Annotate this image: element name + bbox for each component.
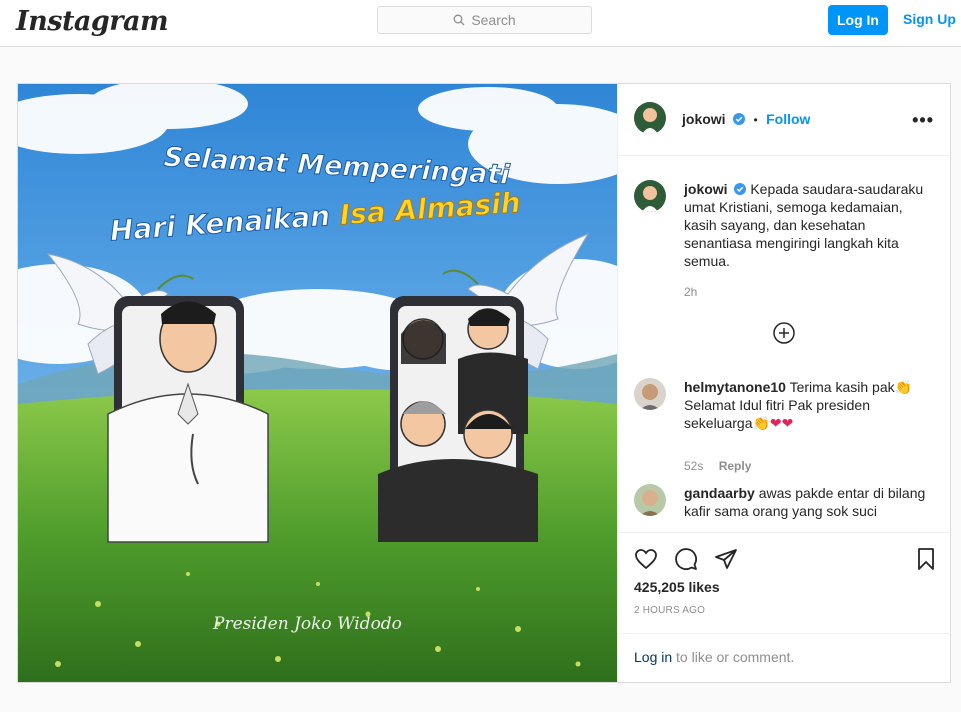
post-image[interactable]: Selamat Memperingati Hari Kenaikan Isa A… [18,84,617,682]
post-illustration: Selamat Memperingati Hari Kenaikan Isa A… [18,84,617,682]
comments-section: jokowi Kepada saudara-saudaraku umat Kri… [618,156,951,532]
login-button[interactable]: Log In [828,5,888,35]
more-options-icon[interactable]: ••• [912,110,934,131]
comment-bubble-icon[interactable] [674,547,698,571]
verified-badge-icon [734,183,747,195]
post-timestamp[interactable]: 2 HOURS AGO [634,605,705,616]
signature: Presiden Joko Widodo [212,614,402,634]
caption-text-block: jokowi Kepada saudara-saudaraku umat Kri… [684,180,934,270]
phone-right [378,296,538,542]
commenter-avatar[interactable] [634,484,666,516]
instagram-logo[interactable]: Instagram [16,6,169,37]
avatar-image [634,484,666,516]
search-placeholder: Search [471,12,516,28]
separator-dot: • [753,113,758,127]
share-paper-plane-icon[interactable] [714,547,738,571]
verified-badge-icon [733,113,746,125]
search-icon [453,14,465,26]
phone-left [107,296,269,543]
heart-emojis: ❤❤ [769,415,794,431]
reply-button[interactable]: Reply [719,459,752,473]
commenter-avatar[interactable] [634,378,666,410]
signup-link[interactable]: Sign Up [903,11,956,27]
author-line: jokowi • Follow [682,111,810,129]
comment-meta: 52s Reply [684,459,751,473]
avatar-image [634,102,666,134]
load-more-comments-icon[interactable] [773,322,795,344]
comment-text-block: helmytanone10 Terima kasih pak👏 Selamat … [684,378,934,432]
commenter-username[interactable]: gandaarby [684,485,755,501]
login-prompt: Log in to like or comment. [618,633,951,683]
commenter-username[interactable]: helmytanone10 [684,379,786,395]
avatar-image [634,378,666,410]
author-username[interactable]: jokowi [682,111,726,127]
search-input[interactable]: Search [377,6,592,34]
comment-time[interactable]: 52s [684,459,703,473]
follow-button[interactable]: Follow [766,111,810,127]
caption-time[interactable]: 2h [684,285,697,299]
avatar-image [634,180,666,212]
save-bookmark-icon[interactable] [914,547,938,571]
caption-avatar[interactable] [634,180,666,212]
login-prompt-text: to like or comment. [672,649,795,665]
author-avatar[interactable] [634,102,666,134]
comment-text-block: gandaarby awas pakde entar di bilang kaf… [684,484,934,520]
post-card: Selamat Memperingati Hari Kenaikan Isa A… [17,83,951,683]
post-header: jokowi • Follow ••• [618,84,951,156]
like-heart-icon[interactable] [634,547,658,571]
post-sidebar: jokowi • Follow ••• jokowi Kepada saudar… [617,84,951,682]
likes-count[interactable]: 425,205 likes [634,579,720,595]
login-link[interactable]: Log in [634,649,672,665]
top-navigation-bar: Instagram Search Log In Sign Up [0,0,961,47]
caption-username[interactable]: jokowi [684,181,728,197]
post-actions: 425,205 likes 2 HOURS AGO Log in to like… [618,532,951,682]
